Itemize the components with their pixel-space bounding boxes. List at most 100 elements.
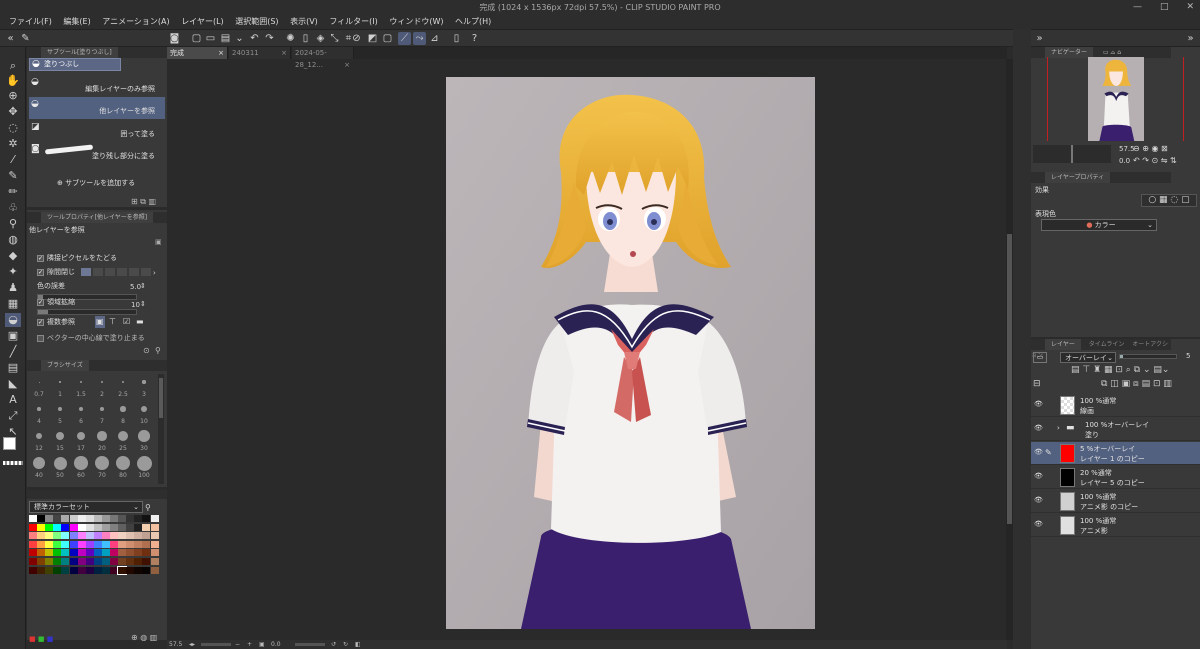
color-swatch[interactable] xyxy=(110,566,118,574)
color-swatch[interactable] xyxy=(69,515,78,522)
eyedropper-icon[interactable]: ⁄ xyxy=(5,153,21,167)
layer-row[interactable]: 👁 20 %通常 レイヤー 5 のコピー xyxy=(1031,466,1200,489)
color-swatch[interactable] xyxy=(118,515,127,522)
device-icon[interactable]: ▯ xyxy=(450,32,463,45)
gap-level-1[interactable] xyxy=(81,268,91,276)
color-swatch[interactable] xyxy=(142,532,151,540)
color-swatch[interactable] xyxy=(150,540,159,548)
navigator-preview[interactable] xyxy=(1088,57,1144,141)
tool-property-tab[interactable]: ツールプロパティ[他レイヤーを参照] xyxy=(27,212,167,223)
color-swatch[interactable] xyxy=(45,523,54,531)
pencil-icon[interactable]: ✏ xyxy=(5,185,21,199)
tab-timeline[interactable]: タイムライン xyxy=(1089,341,1125,348)
layer-row[interactable]: 👁 100 %通常 アニメ影 のコピー xyxy=(1031,490,1200,513)
color-swatch[interactable] xyxy=(134,532,143,540)
color-swatch[interactable] xyxy=(85,566,94,574)
eyedropper-zoom-icon[interactable]: ⊕ xyxy=(5,89,21,103)
color-swatch[interactable] xyxy=(110,515,118,522)
follow-adjacent-pixel-row[interactable]: ✓ 隣接ピクセルをたどる xyxy=(29,252,165,264)
clear-icon[interactable]: ▯ xyxy=(299,32,312,45)
eye-icon[interactable]: 👁 xyxy=(1034,472,1043,480)
item-bank-icon[interactable]: ⌓ xyxy=(1111,49,1116,56)
blend-icon[interactable]: ◍ xyxy=(5,233,21,247)
color-swatch[interactable] xyxy=(134,549,143,557)
replace-color-icon[interactable]: ◍ xyxy=(140,633,147,642)
move-icon[interactable]: ✥ xyxy=(5,105,21,119)
opacity-value[interactable]: 5 xyxy=(1186,352,1190,360)
loading-icon[interactable]: ✺ xyxy=(284,32,297,45)
menu-animation[interactable]: アニメーション(A) xyxy=(102,17,169,26)
subtool-group-tab[interactable]: ◒ 塗りつぶし xyxy=(29,58,121,71)
brush-size-dot[interactable] xyxy=(37,407,41,411)
color-swatch[interactable] xyxy=(37,515,46,522)
color-swatch[interactable] xyxy=(110,540,118,548)
brush-icon[interactable]: ♧ xyxy=(5,201,21,215)
color-swatch[interactable] xyxy=(142,515,151,522)
brush-size-dot[interactable] xyxy=(138,430,150,442)
brush-size-dot[interactable] xyxy=(121,380,125,384)
brush-size-dot[interactable] xyxy=(120,406,126,412)
color-swatch[interactable] xyxy=(53,558,62,565)
layer-row[interactable]: 👁 100 %通常 アニメ影 xyxy=(1031,514,1200,537)
checkbox[interactable]: ✓ xyxy=(37,298,44,306)
gap-level-4[interactable] xyxy=(117,268,127,276)
brush-size-dot[interactable] xyxy=(56,432,64,440)
expression-color-dropdown[interactable]: ● カラー ⌄ xyxy=(1041,219,1157,231)
color-swatch[interactable] xyxy=(93,532,102,540)
color-swatch[interactable] xyxy=(150,515,159,522)
trash-icon[interactable]: ▥ xyxy=(150,633,158,642)
color-palette-tabs[interactable] xyxy=(27,490,167,499)
expand-right-icon[interactable]: » xyxy=(1033,32,1046,45)
color-swatch[interactable] xyxy=(118,549,127,557)
brush-size-dot[interactable] xyxy=(115,455,131,471)
snap-special-ruler-icon[interactable]: ⤳ xyxy=(413,32,426,45)
color-swatch[interactable] xyxy=(126,566,135,574)
color-swatch[interactable] xyxy=(110,532,118,540)
balloon-icon[interactable]: ⤢ xyxy=(5,409,21,423)
color-swatch[interactable] xyxy=(126,549,135,557)
eye-icon[interactable]: 👁 xyxy=(1034,424,1043,432)
subtool-item-refer-other-layers[interactable]: ◒ 他レイヤーを参照 xyxy=(29,97,165,119)
color-swatch[interactable] xyxy=(69,558,78,565)
color-swatch[interactable] xyxy=(93,540,102,548)
close-tab-icon[interactable]: × xyxy=(344,59,350,71)
layer-color-icon[interactable]: ▭ xyxy=(1033,352,1047,363)
maximize-button[interactable]: □ xyxy=(1160,2,1169,12)
open-file-icon[interactable]: ▭ xyxy=(204,32,217,45)
canvas-vertical-scrollbar[interactable] xyxy=(1006,59,1013,640)
color-swatch[interactable] xyxy=(77,549,86,557)
close-tab-icon[interactable]: × xyxy=(218,47,224,59)
color-swatch[interactable] xyxy=(93,558,102,565)
hand-icon[interactable]: ✋ xyxy=(5,74,21,88)
save-icon[interactable]: ▤ xyxy=(219,32,232,45)
color-swatch[interactable] xyxy=(93,523,102,531)
checkbox[interactable]: ✓ xyxy=(37,268,44,276)
color-swatch[interactable] xyxy=(101,515,110,522)
pen-tool-icon[interactable]: ✎ xyxy=(5,169,21,183)
dropdown-icon[interactable]: ⌄ xyxy=(233,32,246,45)
color-swatch[interactable] xyxy=(134,523,143,531)
color-swatch[interactable] xyxy=(126,523,135,531)
color-swatch[interactable] xyxy=(29,549,37,557)
add-subtool-button[interactable]: ⊕ サブツールを追加する xyxy=(57,178,135,188)
rotate-left-icon[interactable]: ↺ xyxy=(331,640,336,649)
layer-toolbar-3[interactable]: ⧉ ◫ ▣ ⧈ ▤ ⊡ ▥ xyxy=(1101,379,1172,389)
brush-size-dot[interactable] xyxy=(100,380,104,384)
color-swatch[interactable] xyxy=(142,558,151,565)
refer-all-layers-icon[interactable]: ▣ xyxy=(95,316,105,328)
color-swatch[interactable] xyxy=(37,566,46,574)
zoom-out-icon[interactable]: − xyxy=(235,640,240,649)
brush-size-dot[interactable] xyxy=(142,380,146,384)
effect-buttons[interactable]: ○ ▦ ◌ ▢ xyxy=(1141,194,1197,207)
color-swatch[interactable] xyxy=(53,566,62,574)
color-swatch[interactable] xyxy=(37,532,46,540)
airbrush-icon[interactable]: ⚲ xyxy=(5,217,21,231)
color-swatch[interactable] xyxy=(93,549,102,557)
menu-layer[interactable]: レイヤー(L) xyxy=(181,17,223,26)
spinner-icon[interactable]: ⇕ xyxy=(140,282,146,290)
color-swatch[interactable] xyxy=(110,549,118,557)
eye-icon[interactable]: 👁 xyxy=(1034,496,1043,504)
color-swatch[interactable] xyxy=(37,549,46,557)
close-gap-row[interactable]: ✓ 隙間閉じ › xyxy=(29,266,165,278)
color-swatch[interactable] xyxy=(69,566,78,574)
